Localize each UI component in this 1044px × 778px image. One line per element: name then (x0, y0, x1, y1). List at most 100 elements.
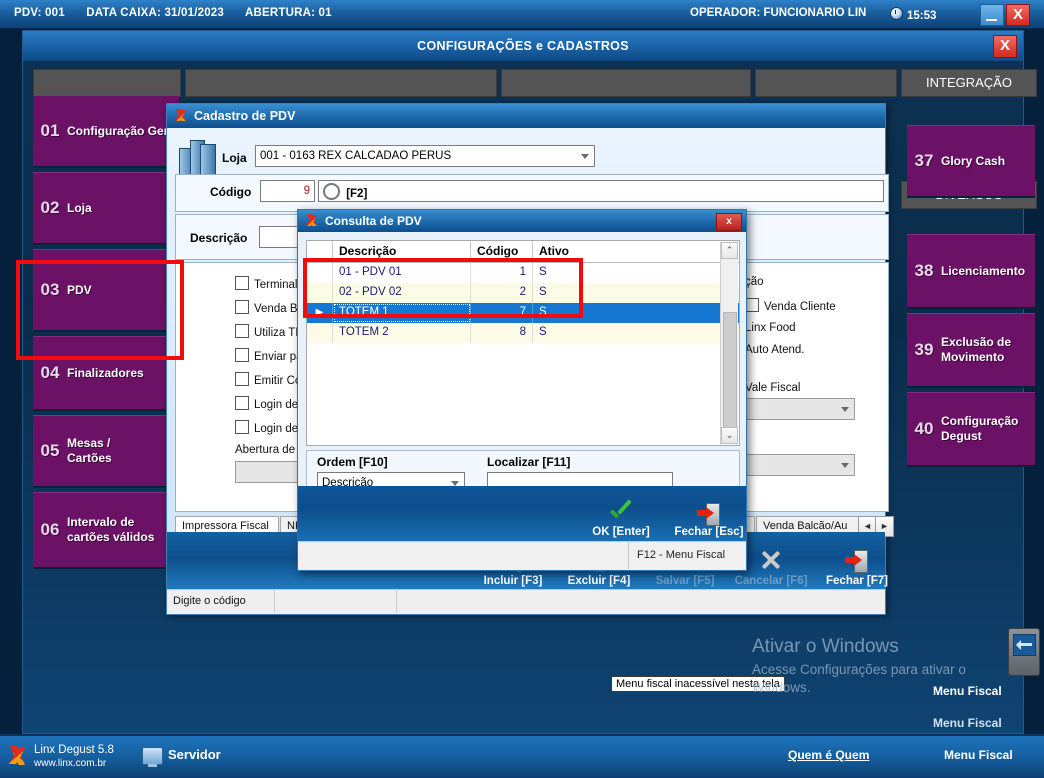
checkbox-label: Venda Cliente (764, 301, 836, 313)
configuracoes-title: CONFIGURAÇÕES e CADASTROS (23, 31, 1023, 61)
consulta-footer: OK [Enter] Fechar [Esc] (298, 486, 746, 542)
row-marker: ▶ (307, 303, 333, 323)
menu-fiscal-secondary-label[interactable]: Menu Fiscal (933, 716, 1002, 730)
checkbox-box (235, 348, 249, 362)
loja-label: Loja (222, 151, 247, 165)
menu-item-number: 01 (40, 121, 60, 140)
consulta-close-button[interactable]: x (716, 213, 742, 231)
search-icon (323, 183, 340, 200)
menu-item-finalizadores[interactable]: 04 Finalizadores (33, 336, 179, 411)
servidor-label[interactable]: Servidor (168, 747, 221, 762)
excluir-label: Excluir [F4] (567, 575, 631, 587)
row-ativo: S (539, 266, 547, 278)
menu-item-pdv[interactable]: 03 PDV (33, 249, 179, 332)
scrollbar-thumb[interactable] (723, 312, 737, 432)
close-window-button[interactable]: X (1006, 4, 1030, 26)
linx-logo-icon (8, 746, 28, 766)
menu-item-configuracao-degust[interactable]: 40 Configuração Degust (907, 392, 1035, 467)
chevron-down-icon (841, 407, 849, 412)
loja-select[interactable]: 001 - 0163 REX CALCADAO PERUS (255, 145, 595, 167)
right-menu: 37 Glory Cash 38 Licenciamento 39 Exclus… (907, 95, 1035, 471)
consulta-title-text: Consulta de PDV (325, 214, 422, 228)
loja-value: 001 - 0163 REX CALCADAO PERUS (260, 150, 452, 162)
data-caixa: DATA CAIXA: 31/01/2023 (86, 7, 224, 19)
row-descricao: TOTEM 1 (333, 303, 471, 323)
menu-item-intervalo-cartoes[interactable]: 06 Intervalo de cartões válidos (33, 492, 179, 569)
resize-arrows-icon (1013, 634, 1036, 656)
consulta-statusbar: F12 - Menu Fiscal (298, 541, 746, 570)
menu-item-number: 37 (914, 151, 934, 170)
category-header-hidden-3 (501, 69, 751, 97)
fechar-button[interactable]: Fechar [F7] (811, 550, 903, 587)
menu-item-label: Finalizadores (67, 365, 144, 380)
secondary-combo[interactable] (745, 454, 855, 476)
menu-item-label: Loja (67, 200, 92, 215)
pdv-number: PDV: 001 (14, 7, 65, 19)
right-option-list: ção Venda Cliente Linx Food Auto Atend. … (745, 276, 855, 476)
codigo-input[interactable]: 9 (260, 180, 315, 202)
clock-icon (890, 7, 903, 20)
menu-item-number: 03 (40, 280, 60, 299)
menu-item-label: PDV (67, 282, 92, 297)
search-f2-button[interactable]: [F2] (318, 180, 884, 202)
side-panel-handle[interactable] (1008, 628, 1040, 676)
category-header-integracao: INTEGRAÇÃO (901, 69, 1037, 97)
scroll-up-icon[interactable]: ⌃ (721, 242, 738, 259)
scroll-down-icon[interactable]: ⌄ (721, 427, 738, 444)
product-brand: Linx Degust 5.8 www.linx.com.br (34, 743, 114, 771)
linx-logo-icon (175, 109, 188, 122)
checkbox-label: Terminal (254, 279, 298, 291)
chevron-down-icon (841, 463, 849, 468)
table-row[interactable]: 02 - PDV 02 2 S (307, 283, 739, 303)
configuracoes-close-button[interactable]: X (993, 35, 1017, 58)
configuracoes-window: CONFIGURAÇÕES e CADASTROS X INTEGRAÇÃO D… (22, 30, 1037, 734)
grid-scrollbar[interactable]: ⌃ ⌄ (720, 242, 738, 444)
category-header-hidden-2 (185, 69, 497, 97)
menu-item-glory-cash[interactable]: 37 Glory Cash (907, 125, 1035, 198)
session-info: PDV: 001 DATA CAIXA: 31/01/2023 ABERTURA… (14, 7, 350, 19)
row-codigo: 2 (471, 283, 533, 303)
row-marker (307, 263, 333, 283)
status-digite-codigo: Digite o código (167, 590, 275, 613)
ok-enter-button[interactable]: OK [Enter] (578, 503, 664, 538)
windows-activation-subtitle: Acesse Configurações para ativar o Windo… (752, 662, 966, 695)
menu-item-label: Glory Cash (941, 153, 1006, 168)
grid-header-codigo[interactable]: Código (471, 241, 533, 262)
top-status-bar: PDV: 001 DATA CAIXA: 31/01/2023 ABERTURA… (0, 0, 1044, 29)
row-ativo: S (539, 286, 547, 298)
category-header-hidden-4 (755, 69, 897, 97)
ok-label: OK [Enter] (592, 526, 650, 538)
menu-item-loja[interactable]: 02 Loja (33, 172, 179, 245)
operator-label: OPERADOR: FUNCIONARIO LIN (690, 7, 867, 19)
monitor-icon (142, 747, 163, 767)
fechar-label: Fechar [F7] (826, 575, 888, 587)
checkbox-box (235, 372, 249, 386)
menu-item-licenciamento[interactable]: 38 Licenciamento (907, 234, 1035, 309)
menu-fiscal-appbar-label[interactable]: Menu Fiscal (944, 748, 1013, 762)
table-row[interactable]: 01 - PDV 01 1 S (307, 263, 739, 283)
exit-door-icon (845, 550, 869, 573)
quem-e-quem-link[interactable]: Quem é Quem (788, 748, 869, 762)
menu-item-configuracao-geral[interactable]: 01 Configuração Geral (33, 95, 179, 168)
table-row-selected[interactable]: ▶ TOTEM 1 7 S (307, 303, 739, 323)
menu-item-number: 40 (914, 419, 934, 438)
check-icon (608, 503, 634, 525)
configuracoes-body: INTEGRAÇÃO DIVERSOS 01 Configuração Gera… (23, 61, 1037, 733)
status-segment-3 (397, 590, 884, 613)
fechar-esc-button[interactable]: Fechar [Esc] (666, 503, 752, 538)
minimize-button[interactable] (980, 4, 1004, 26)
grid-header-marker (307, 241, 333, 262)
chevron-down-icon (451, 480, 459, 486)
menu-item-mesas-cartoes[interactable]: 05 Mesas / Cartões (33, 415, 179, 488)
checkbox-box (235, 300, 249, 314)
table-row[interactable]: TOTEM 2 8 S (307, 323, 739, 343)
checkbox-label: Utiliza TE (254, 327, 303, 339)
grid-header-ativo[interactable]: Ativo (533, 241, 581, 262)
menu-item-label: Configuração Geral (67, 123, 179, 138)
menu-item-exclusao-movimento[interactable]: 39 Exclusão de Movimento (907, 313, 1035, 388)
checkbox-venda-cliente[interactable]: Venda Cliente (745, 298, 855, 313)
row-codigo: 1 (471, 263, 533, 283)
grid-header-descricao[interactable]: Descrição (333, 241, 471, 262)
vale-fiscal-combo[interactable] (745, 398, 855, 420)
right-text-vale-fiscal: Vale Fiscal (745, 382, 801, 394)
